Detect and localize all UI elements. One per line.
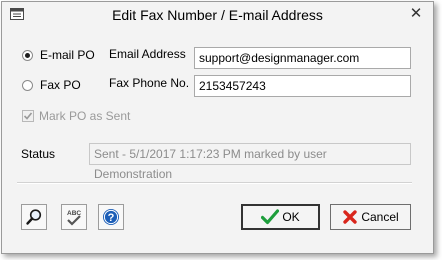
radio-fax-po[interactable]: Fax PO — [22, 78, 81, 92]
radio-email-po[interactable]: E-mail PO — [22, 48, 95, 62]
close-button[interactable]: ✕ — [407, 5, 425, 23]
ok-label: OK — [282, 210, 300, 224]
cancel-label: Cancel — [361, 210, 399, 224]
magnifier-icon — [26, 209, 42, 225]
help-button[interactable]: ? — [98, 204, 124, 230]
radio-email-label: E-mail PO — [40, 48, 95, 62]
svg-text:?: ? — [108, 212, 115, 224]
fax-phone-field[interactable]: 2153457243 — [194, 75, 411, 97]
checkmark-icon — [23, 112, 33, 120]
spellcheck-icon: ABC — [67, 210, 81, 226]
red-x-icon — [343, 210, 358, 224]
zoom-button[interactable] — [21, 204, 47, 230]
cancel-button[interactable]: Cancel — [330, 204, 411, 230]
mark-po-sent-label: Mark PO as Sent — [39, 109, 131, 123]
spellcheck-button[interactable]: ABC — [61, 204, 87, 230]
email-address-label: Email Address — [109, 47, 186, 61]
status-label: Status — [21, 147, 56, 161]
ok-button[interactable]: OK — [241, 204, 320, 230]
radio-button-fax[interactable] — [22, 79, 33, 91]
title-bar: Edit Fax Number / E-mail Address ✕ — [2, 2, 433, 28]
edit-fax-email-dialog: Edit Fax Number / E-mail Address ✕ E-mai… — [1, 1, 434, 254]
help-icon: ? — [103, 209, 119, 225]
fax-phone-label: Fax Phone No. — [109, 76, 190, 90]
mark-po-sent-box[interactable] — [22, 110, 34, 122]
divider — [17, 182, 412, 184]
green-check-icon — [261, 209, 280, 225]
radio-button-email[interactable] — [22, 49, 33, 61]
mark-po-sent-checkbox[interactable]: Mark PO as Sent — [22, 109, 130, 123]
status-field: Sent - 5/1/2017 1:17:23 PM marked by use… — [89, 143, 411, 181]
email-address-field[interactable]: support@designmanager.com — [194, 47, 411, 69]
radio-fax-label: Fax PO — [40, 78, 81, 92]
dialog-title: Edit Fax Number / E-mail Address — [112, 7, 323, 23]
